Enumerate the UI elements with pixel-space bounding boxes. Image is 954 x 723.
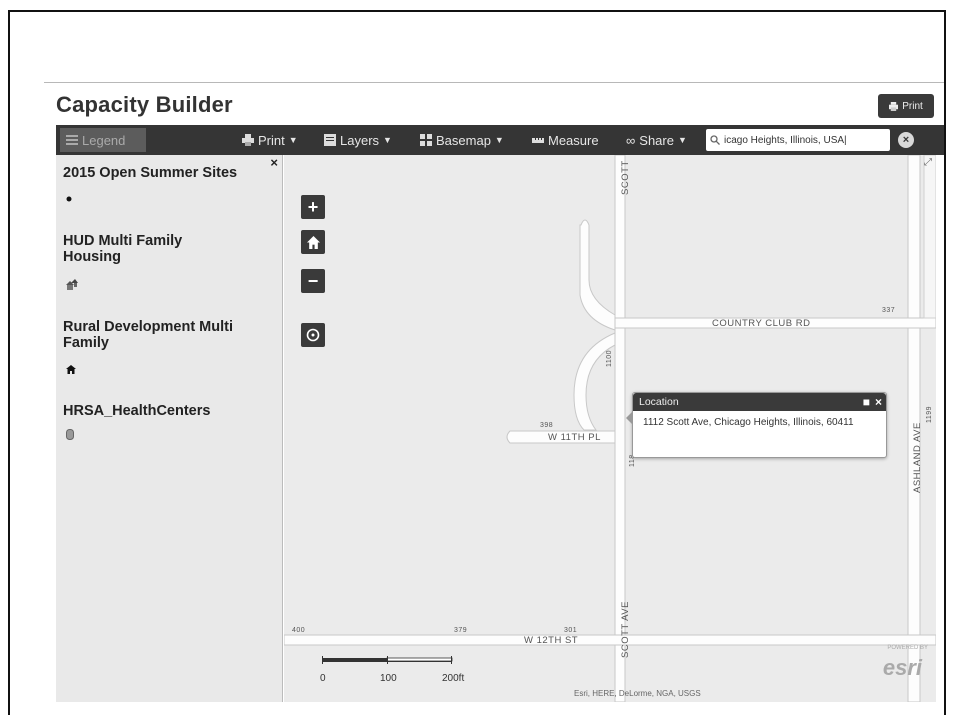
list-icon xyxy=(66,135,78,145)
zoom-in-button[interactable]: + xyxy=(301,195,325,219)
chevron-down-icon: ▼ xyxy=(677,135,687,145)
scale-bar: 0 100 200ft xyxy=(320,655,492,685)
layers-icon xyxy=(324,134,336,146)
popup-header: Location ■ × xyxy=(633,393,886,411)
close-icon[interactable]: × xyxy=(875,395,882,409)
measure-tool-label: Measure xyxy=(548,132,599,148)
measure-tool[interactable]: Measure xyxy=(532,125,599,155)
search-icon xyxy=(710,135,720,145)
close-icon[interactable]: × xyxy=(270,155,278,170)
share-menu-label: Share xyxy=(639,132,674,148)
header-divider xyxy=(44,82,944,83)
basemap-menu[interactable]: Basemap ▼ xyxy=(420,125,504,155)
popup-address: 1112 Scott Ave, Chicago Heights, Illinoi… xyxy=(643,417,854,428)
location-popup: Location ■ × 1112 Scott Ave, Chicago Hei… xyxy=(626,392,887,458)
address-number: 1100 xyxy=(606,349,613,367)
street-label: W 11TH PL xyxy=(548,432,601,443)
basemap-menu-label: Basemap xyxy=(436,132,491,148)
dot-icon xyxy=(66,193,72,205)
printer-icon xyxy=(242,134,254,146)
grid-icon xyxy=(420,134,432,146)
esri-logo[interactable]: esri xyxy=(883,655,922,681)
street-label: COUNTRY CLUB RD xyxy=(712,318,811,329)
print-button-label: Print xyxy=(902,100,923,112)
print-menu[interactable]: Print ▼ xyxy=(242,125,298,155)
street-label: SCOTT AVE xyxy=(620,601,631,658)
locate-icon xyxy=(306,328,320,342)
address-number: 379 xyxy=(454,627,468,634)
layers-menu[interactable]: Layers ▼ xyxy=(324,125,392,155)
map-toolbar: Legend Print ▼ Layers ▼ Basemap ▼ Measur… xyxy=(56,125,944,155)
printer-icon xyxy=(889,101,899,111)
home-icon xyxy=(306,235,320,249)
scale-label: 0 xyxy=(320,673,326,684)
share-menu[interactable]: ∞ Share ▼ xyxy=(626,125,687,155)
scale-label: 100 xyxy=(380,673,397,684)
maximize-icon[interactable]: ■ xyxy=(863,395,870,409)
powered-by-label: POWERED BY xyxy=(887,645,928,651)
address-number: 398 xyxy=(540,422,554,429)
app-container: Capacity Builder Print Legend Print ▼ La… xyxy=(44,82,944,702)
search-input-value: icago Heights, Illinois, USA| xyxy=(724,134,847,146)
address-number: 337 xyxy=(882,307,896,314)
scale-label: 200ft xyxy=(442,673,465,684)
home-button[interactable] xyxy=(301,230,325,254)
legend-layer-title: 2015 Open Summer Sites xyxy=(63,165,238,181)
link-icon: ∞ xyxy=(626,132,636,148)
locate-button[interactable] xyxy=(301,323,325,347)
street-label: SCOTT xyxy=(620,160,631,195)
street-label: ASHLAND AVE xyxy=(912,422,923,493)
houses-icon xyxy=(66,279,78,293)
address-number: 400 xyxy=(292,627,306,634)
measure-icon xyxy=(532,138,544,143)
legend-tab-label: Legend xyxy=(82,132,126,148)
map-attribution[interactable]: Esri, HERE, DeLorme, NGA, USGS xyxy=(574,689,701,698)
layers-menu-label: Layers xyxy=(340,132,380,148)
clear-search-icon[interactable]: × xyxy=(898,132,914,148)
legend-layer-title: HRSA_HealthCenters xyxy=(63,403,211,419)
expand-icon[interactable]: ⤢ xyxy=(924,157,932,168)
health-center-icon xyxy=(66,429,74,443)
legend-layer-title: HUD Multi Family Housing xyxy=(63,233,183,265)
print-menu-label: Print xyxy=(258,132,285,148)
chevron-down-icon: ▼ xyxy=(494,135,504,145)
address-number: 301 xyxy=(564,627,578,634)
legend-tab[interactable]: Legend xyxy=(60,128,146,152)
chevron-down-icon: ▼ xyxy=(288,135,298,145)
zoom-out-button[interactable]: − xyxy=(301,269,325,293)
legend-layer-title: Rural Development Multi Family xyxy=(63,319,233,351)
screenshot-frame: Capacity Builder Print Legend Print ▼ La… xyxy=(8,10,946,715)
home-icon xyxy=(66,365,76,377)
popup-pointer xyxy=(626,411,633,425)
print-button[interactable]: Print xyxy=(878,94,934,118)
address-number: 1199 xyxy=(926,405,933,423)
popup-title: Location xyxy=(639,396,679,408)
map-view[interactable]: SCOTT SCOTT AVE COUNTRY CLUB RD ASHLAND … xyxy=(284,155,936,702)
search-input[interactable]: icago Heights, Illinois, USA| xyxy=(706,129,890,151)
chevron-down-icon: ▼ xyxy=(383,135,392,145)
legend-panel: × 2015 Open Summer Sites HUD Multi Famil… xyxy=(56,155,283,702)
street-label: W 12TH ST xyxy=(524,635,579,646)
page-title: Capacity Builder xyxy=(56,92,233,117)
